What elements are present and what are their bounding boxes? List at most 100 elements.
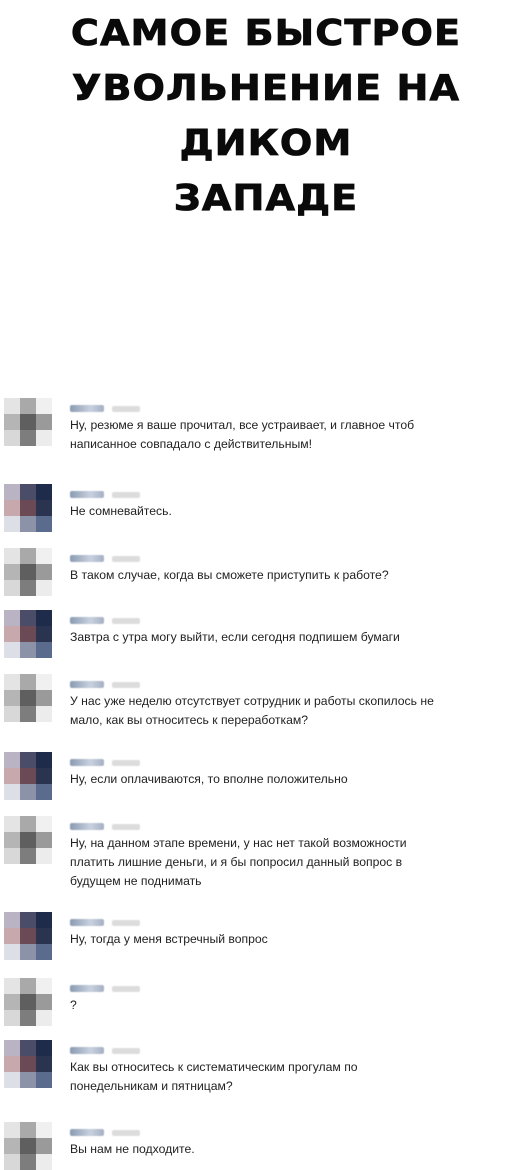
- message-text: Ну, тогда у меня встречный вопрос: [70, 932, 268, 946]
- avatar-pixel: [4, 706, 20, 722]
- avatar-pixel: [4, 994, 20, 1010]
- avatar-pixel: [4, 768, 20, 784]
- message-text: Завтра с утра могу выйти, если сегодня п…: [70, 630, 400, 644]
- blurred-name: [70, 555, 104, 563]
- avatar: [4, 548, 52, 596]
- avatar-pixel: [20, 784, 36, 800]
- blurred-time: [112, 405, 140, 412]
- avatar-pixel: [4, 1122, 20, 1138]
- avatar-pixel: [36, 768, 52, 784]
- avatar-pixel: [20, 1138, 36, 1154]
- avatar-pixel: [20, 484, 36, 500]
- avatar-pixel: [4, 784, 20, 800]
- avatar-pixel: [20, 430, 36, 446]
- avatar-pixel: [36, 564, 52, 580]
- avatar-pixel: [36, 548, 52, 564]
- avatar: [4, 674, 52, 722]
- avatar-pixel: [36, 848, 52, 864]
- avatar-pixel: [4, 978, 20, 994]
- avatar: [4, 752, 52, 800]
- title-line-3: ЗАПАДЕ: [173, 178, 359, 220]
- avatar-pixel: [4, 564, 20, 580]
- message-meta-blurred: [70, 550, 140, 563]
- avatar-pixel: [20, 610, 36, 626]
- avatar-pixel: [4, 816, 20, 832]
- avatar-pixel: [20, 564, 36, 580]
- message-meta-blurred: [70, 486, 140, 499]
- avatar-pixel: [20, 1154, 36, 1170]
- avatar-pixel: [20, 548, 36, 564]
- avatar: [4, 978, 52, 1026]
- blurred-name: [70, 919, 104, 927]
- avatar-pixel: [36, 580, 52, 596]
- avatar-pixel: [20, 580, 36, 596]
- avatar-pixel: [4, 912, 20, 928]
- avatar-pixel: [20, 944, 36, 960]
- avatar-pixel: [4, 430, 20, 446]
- blurred-time: [112, 823, 140, 830]
- avatar-pixel: [36, 610, 52, 626]
- avatar-pixel: [4, 610, 20, 626]
- message-text: Ну, на данном этапе времени, у нас нет т…: [70, 836, 407, 888]
- message-meta-blurred: [70, 980, 140, 993]
- title-line-1: САМОЕ БЫСТРОЕ: [70, 13, 462, 55]
- avatar-pixel: [4, 752, 20, 768]
- avatar-pixel: [4, 1040, 20, 1056]
- avatar-pixel: [20, 768, 36, 784]
- avatar-pixel: [4, 414, 20, 430]
- avatar-pixel: [36, 1056, 52, 1072]
- avatar-pixel: [20, 1010, 36, 1026]
- avatar-pixel: [20, 398, 36, 414]
- message-text: Как вы относитесь к систематическим прог…: [70, 1060, 358, 1093]
- avatar: [4, 484, 52, 532]
- avatar: [4, 398, 52, 446]
- avatar-pixel: [36, 944, 52, 960]
- avatar-pixel: [36, 642, 52, 658]
- page-title: САМОЕ БЫСТРОЕ УВОЛЬНЕНИЕ НА ДИКОМ ЗАПАДЕ: [0, 0, 532, 226]
- blurred-time: [112, 1047, 140, 1054]
- avatar-pixel: [4, 1154, 20, 1170]
- message-text: Ну, резюме я ваше прочитал, все устраива…: [70, 418, 415, 451]
- avatar-pixel: [4, 516, 20, 532]
- blurred-name: [70, 681, 104, 689]
- avatar-pixel: [20, 414, 36, 430]
- avatar-pixel: [20, 832, 36, 848]
- avatar-pixel: [4, 484, 20, 500]
- message-meta-blurred: [70, 1124, 140, 1137]
- avatar-pixel: [36, 1122, 52, 1138]
- avatar-pixel: [4, 1072, 20, 1088]
- message-meta-blurred: [70, 914, 140, 927]
- message-text: Ну, если оплачиваются, то вполне положит…: [70, 772, 348, 786]
- blurred-time: [112, 985, 140, 992]
- avatar-pixel: [4, 944, 20, 960]
- avatar-pixel: [36, 994, 52, 1010]
- avatar-pixel: [4, 690, 20, 706]
- avatar-pixel: [20, 626, 36, 642]
- avatar-pixel: [20, 1056, 36, 1072]
- blurred-name: [70, 405, 104, 413]
- blurred-time: [112, 919, 140, 926]
- avatar-pixel: [36, 516, 52, 532]
- blurred-time: [112, 681, 140, 688]
- avatar-pixel: [20, 816, 36, 832]
- avatar-pixel: [20, 752, 36, 768]
- avatar-pixel: [36, 414, 52, 430]
- avatar-pixel: [4, 1138, 20, 1154]
- message-meta-blurred: [70, 818, 140, 831]
- blurred-time: [112, 491, 140, 498]
- message-meta-blurred: [70, 676, 140, 689]
- avatar-pixel: [36, 674, 52, 690]
- avatar-pixel: [4, 928, 20, 944]
- avatar-pixel: [36, 1138, 52, 1154]
- avatar-pixel: [36, 978, 52, 994]
- blurred-name: [70, 985, 104, 993]
- avatar-pixel: [36, 816, 52, 832]
- avatar-pixel: [20, 516, 36, 532]
- avatar-pixel: [36, 430, 52, 446]
- avatar-pixel: [36, 484, 52, 500]
- message-meta-blurred: [70, 400, 140, 413]
- blurred-name: [70, 1047, 104, 1055]
- blurred-time: [112, 1129, 140, 1136]
- avatar-pixel: [4, 500, 20, 516]
- avatar: [4, 1040, 52, 1088]
